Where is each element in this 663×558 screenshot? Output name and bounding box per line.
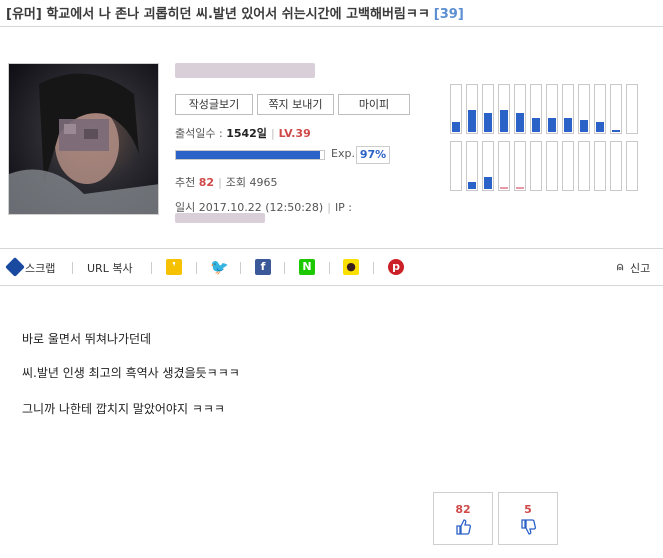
- avatar[interactable]: [8, 63, 159, 215]
- level-badge: LV.39: [278, 127, 311, 140]
- report-button[interactable]: 신고: [630, 260, 650, 276]
- activity-bar: [466, 141, 478, 191]
- divider: [373, 262, 374, 274]
- nickname-redacted: [175, 63, 315, 78]
- divider: [329, 262, 330, 274]
- upvote-button[interactable]: 82: [433, 492, 493, 545]
- activity-bar: [482, 141, 494, 191]
- activity-bar-fill: [484, 177, 492, 189]
- send-message-button[interactable]: 쪽지 보내기: [257, 94, 334, 115]
- exp-progress-bar: [175, 150, 325, 160]
- activity-bar: [610, 141, 622, 191]
- post-title-bar: [유머] 학교에서 나 존나 괴롭히던 씨.발년 있어서 쉬는시간에 고백해버림…: [0, 0, 663, 27]
- stats-row: 추천 82 | 조회 4965: [175, 176, 278, 189]
- kakaostory-icon[interactable]: ❜: [166, 259, 182, 275]
- thumbs-down-icon: [521, 519, 536, 535]
- activity-bar: [578, 141, 590, 191]
- activity-bar: [450, 141, 462, 191]
- report-icon[interactable]: ⍝: [614, 259, 626, 275]
- content-line: 바로 울면서 뛰쳐나가던데: [22, 332, 152, 346]
- twitter-icon[interactable]: 🐦: [210, 259, 229, 275]
- kakaotalk-icon[interactable]: ●: [343, 259, 359, 275]
- recommend-count: 82: [198, 176, 215, 189]
- activity-bar-fill: [580, 120, 588, 132]
- activity-bar: [498, 141, 510, 191]
- activity-bar: [562, 84, 574, 134]
- exp-progress-fill: [176, 151, 320, 159]
- activity-bar-fill: [484, 113, 492, 132]
- activity-bar-fill: [500, 110, 508, 132]
- activity-bar-fill: [452, 122, 460, 132]
- downvote-button[interactable]: 5: [498, 492, 558, 545]
- activity-bar-fill: [516, 187, 524, 189]
- attendance-row: 출석일수 : 1542일 | LV.39: [175, 127, 311, 140]
- divider: [151, 262, 152, 274]
- content-line: 그니까 나한테 깝치지 말았어야지 ㅋㅋㅋ: [22, 402, 225, 416]
- views-count: 4965: [249, 176, 278, 189]
- activity-bar-fill: [612, 130, 620, 132]
- ip-label: IP :: [334, 201, 353, 214]
- activity-bar: [594, 141, 606, 191]
- activity-bar: [498, 84, 510, 134]
- post-title: [유머] 학교에서 나 존나 괴롭히던 씨.발년 있어서 쉬는시간에 고백해버림…: [6, 3, 464, 22]
- activity-bar: [514, 141, 526, 191]
- share-toolbar: 스크랩 URL 복사 ❜ 🐦 f N ● p ⍝ 신고: [0, 248, 663, 286]
- activity-bar-fill: [500, 187, 508, 189]
- activity-bar: [546, 141, 558, 191]
- scrap-icon[interactable]: [5, 257, 25, 277]
- attendance-label: 출석일수 :: [175, 127, 223, 140]
- activity-bar-fill: [468, 110, 476, 132]
- attendance-value: 1542일: [226, 127, 267, 140]
- activity-bar-fill: [468, 182, 476, 189]
- views-label: 조회: [225, 176, 247, 189]
- pinterest-icon[interactable]: p: [388, 259, 404, 275]
- exp-percent: 97%: [356, 146, 390, 164]
- scrap-button[interactable]: 스크랩: [25, 260, 55, 276]
- post-title-text: [유머] 학교에서 나 존나 괴롭히던 씨.발년 있어서 쉬는시간에 고백해버림…: [6, 7, 430, 22]
- activity-bar: [530, 84, 542, 134]
- activity-bar: [594, 84, 606, 134]
- activity-bar: [626, 141, 638, 191]
- divider: [240, 262, 241, 274]
- activity-bar-fill: [532, 118, 540, 132]
- url-copy-button[interactable]: URL 복사: [87, 260, 133, 276]
- naver-icon[interactable]: N: [299, 259, 315, 275]
- activity-bar: [466, 84, 478, 134]
- activity-bar: [562, 141, 574, 191]
- activity-bar-fill: [548, 118, 556, 132]
- divider: [72, 262, 73, 274]
- mypi-button[interactable]: 마이피: [338, 94, 410, 115]
- activity-bar: [514, 84, 526, 134]
- upvote-count: 82: [455, 503, 471, 516]
- activity-bar: [546, 84, 558, 134]
- activity-bar-fill: [516, 113, 524, 132]
- activity-bar-fill: [596, 122, 604, 132]
- activity-bar: [626, 84, 638, 134]
- thumbs-up-icon: [456, 519, 471, 535]
- downvote-count: 5: [524, 503, 532, 516]
- exp-label: Exp.: [331, 147, 355, 160]
- comment-count[interactable]: [39]: [434, 7, 464, 22]
- activity-bar: [450, 84, 462, 134]
- activity-bar: [530, 141, 542, 191]
- ip-redacted: [175, 213, 265, 223]
- activity-bar: [610, 84, 622, 134]
- activity-bar-fill: [564, 118, 572, 132]
- content-line: 씨.발년 인생 최고의 흑역사 생겼을듯ㅋㅋㅋ: [22, 366, 240, 380]
- divider: [284, 262, 285, 274]
- divider: [196, 262, 197, 274]
- activity-bar: [482, 84, 494, 134]
- view-posts-button[interactable]: 작성글보기: [175, 94, 253, 115]
- facebook-icon[interactable]: f: [255, 259, 271, 275]
- activity-bar: [578, 84, 590, 134]
- recommend-label: 추천: [175, 176, 196, 189]
